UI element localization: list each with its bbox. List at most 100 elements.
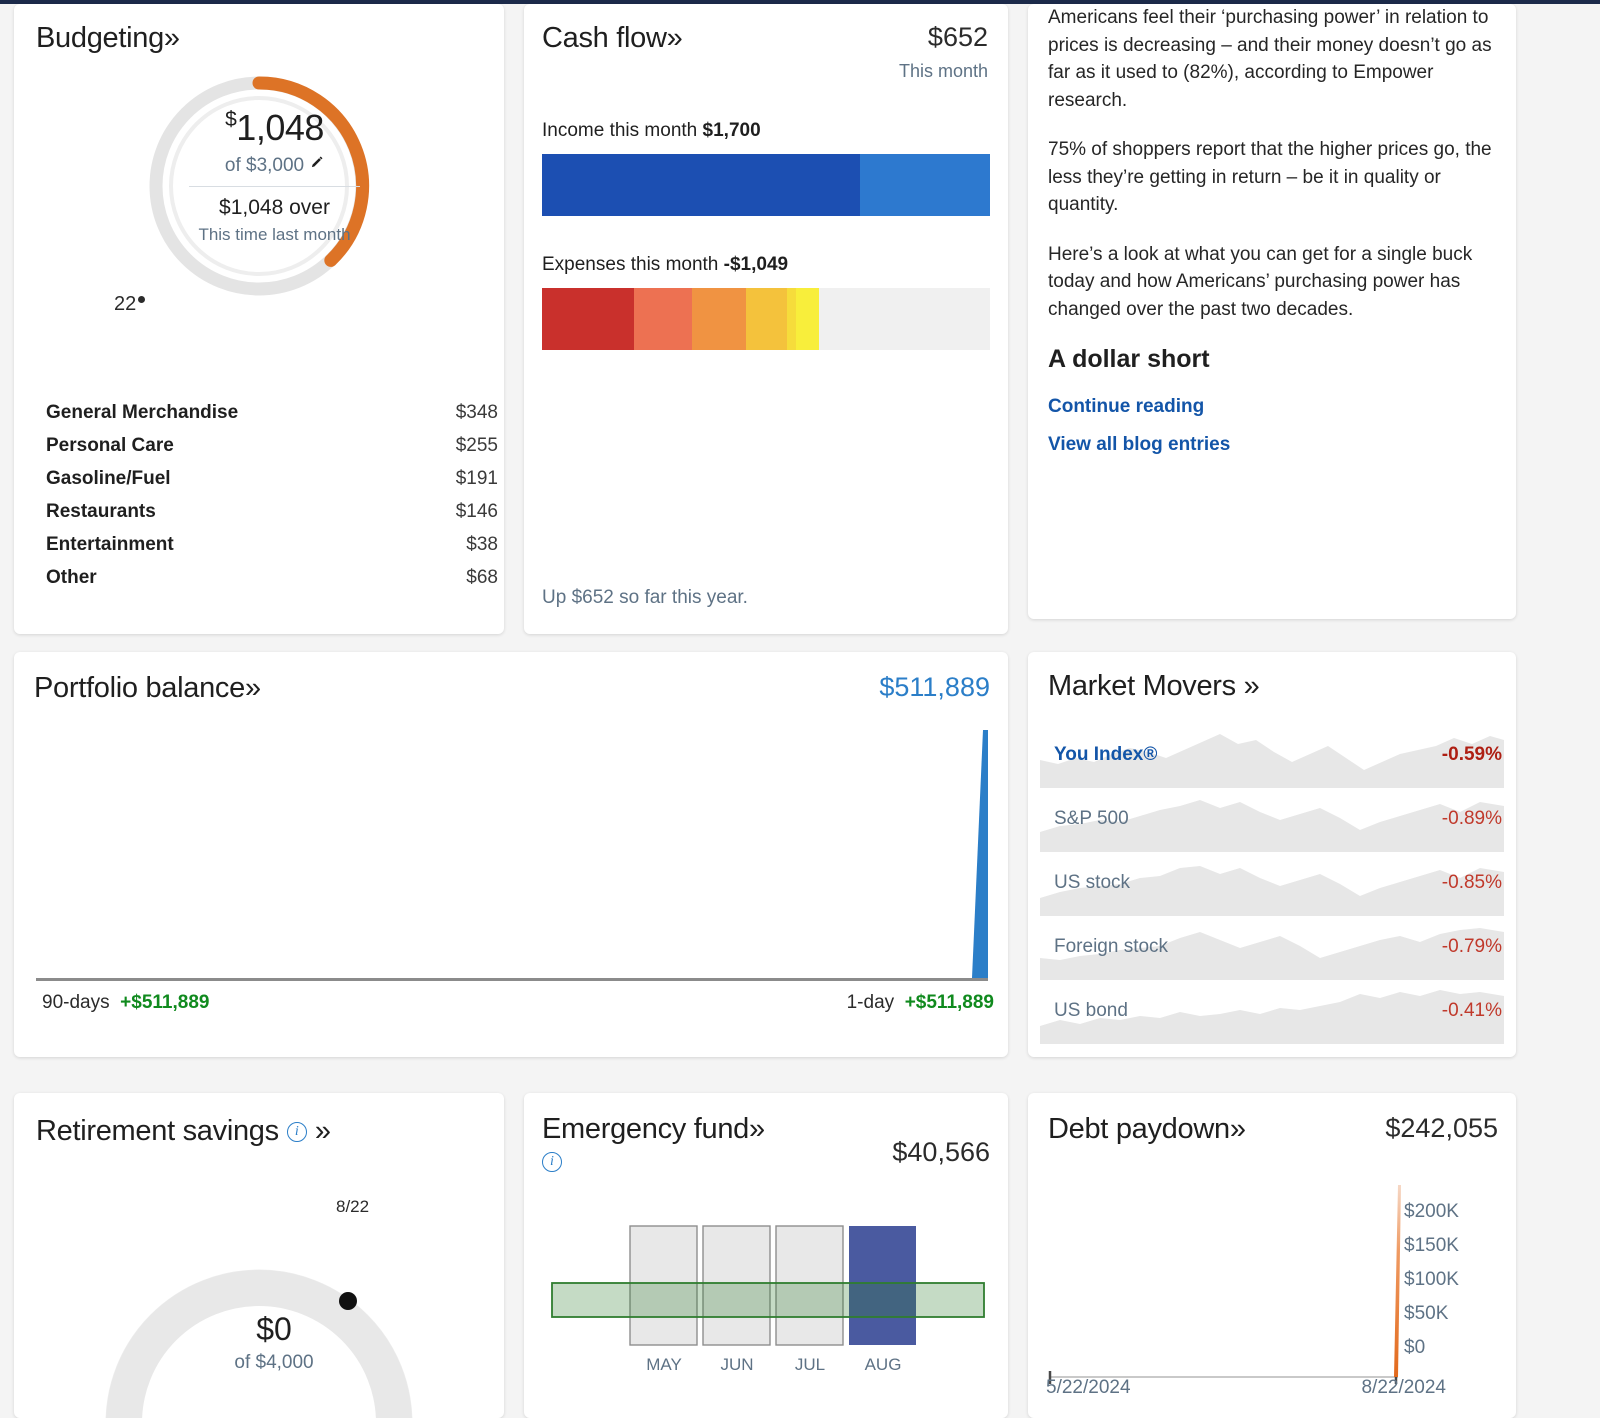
expense-segment — [692, 288, 746, 350]
list-item[interactable]: Foreign stock -0.79% — [1028, 916, 1516, 980]
continue-reading-link[interactable]: Continue reading — [1048, 396, 1494, 418]
category-name: Gasoline/Fuel — [46, 468, 171, 489]
category-amount: $255 — [455, 435, 498, 456]
category-amount: $68 — [466, 567, 498, 588]
month-label: JUN — [720, 1355, 754, 1374]
blog-content: Americans feel their ‘purchasing power’ … — [1028, 4, 1516, 456]
emergency-chevron-icon[interactable]: » — [749, 1113, 765, 1145]
portfolio-90day-stat: 90-days +$511,889 — [42, 992, 210, 1013]
budget-category-list: General Merchandise $348 Personal Care $25… — [46, 396, 498, 594]
budgeting-header: Budgeting» — [14, 4, 504, 55]
mover-change: -0.41% — [1441, 1000, 1502, 1021]
emergency-title[interactable]: Emergency fund» — [542, 1113, 765, 1145]
income-segment — [860, 154, 990, 216]
info-icon[interactable]: i — [286, 1121, 307, 1142]
retirement-title[interactable]: Retirement savings — [36, 1115, 279, 1148]
expense-segment — [542, 288, 635, 350]
mover-name: US bond — [1054, 1000, 1128, 1021]
retirement-center: $0 of $4,000 — [189, 1311, 359, 1374]
emergency-amount: $40,566 — [892, 1137, 990, 1167]
list-item[interactable]: Entertainment $38 — [46, 528, 498, 561]
day-marker-dot-icon — [138, 296, 146, 303]
category-name: General Merchandise — [46, 402, 239, 423]
blog-heading: A dollar short — [1048, 345, 1210, 374]
list-item[interactable]: You Index® -0.59% — [1028, 724, 1516, 788]
budget-donut-center: $1,048 of $3,000 $1,048 over This time l… — [172, 109, 377, 245]
portfolio-balance-card: Portfolio balance» $511,889 90-days +$51… — [14, 652, 1008, 1057]
list-item[interactable]: Other $68 — [46, 561, 498, 594]
mover-change: -0.79% — [1441, 936, 1502, 957]
blog-paragraph: Here’s a look at what you can get for a … — [1048, 243, 1473, 320]
market-movers-chevron-icon[interactable]: » — [1244, 670, 1260, 702]
budget-over-amount: $1,048 over — [219, 196, 330, 219]
list-item[interactable]: Gasoline/Fuel $191 — [46, 462, 498, 495]
retirement-header: Retirement savings i » — [14, 1093, 504, 1148]
debt-x-axis-labels: 5/22/2024 8/22/2024 — [1046, 1377, 1446, 1399]
mover-change: -0.59% — [1441, 744, 1502, 765]
budget-day-marker: 22 — [114, 293, 146, 316]
x-tick-label-start: 5/22/2024 — [1046, 1377, 1131, 1398]
budgeting-card: Budgeting» $1,048 of $3,000 $1,048 over … — [14, 4, 504, 634]
category-amount: $348 — [455, 402, 498, 423]
mover-name: US stock — [1054, 872, 1131, 893]
income-segment — [542, 154, 861, 216]
cash-flow-header: Cash flow» $652 This month — [524, 4, 1008, 82]
emergency-fund-chart — [551, 1225, 985, 1346]
portfolio-balance-chart — [972, 730, 988, 978]
pencil-icon[interactable] — [309, 154, 324, 176]
retirement-savings-card: Retirement savings i » 8/22 $0 of $4,000 — [14, 1093, 504, 1418]
portfolio-chevron-icon[interactable]: » — [245, 672, 261, 704]
category-amount: $38 — [466, 534, 498, 555]
mover-name: Foreign stock — [1054, 936, 1169, 957]
expenses-label: Expenses this month -$1,049 — [542, 254, 789, 275]
portfolio-footer: 90-days +$511,889 1-day +$511,889 — [14, 992, 1008, 1014]
market-movers-title[interactable]: Market Movers » — [1048, 670, 1260, 702]
budgeting-chevron-icon[interactable]: » — [164, 22, 180, 54]
market-movers-header: Market Movers » — [1028, 652, 1516, 703]
expense-segment — [796, 288, 819, 350]
list-item[interactable]: General Merchandise $348 — [46, 396, 498, 429]
expense-segment — [786, 288, 797, 350]
category-name: Restaurants — [46, 501, 156, 522]
blog-paragraph: 75% of shoppers report that the higher p… — [1048, 139, 1492, 216]
blog-card: Americans feel their ‘purchasing power’ … — [1028, 4, 1516, 619]
mover-name: S&P 500 — [1054, 808, 1129, 829]
y-tick-label: $100K — [1404, 1269, 1459, 1290]
y-tick-label: $200K — [1404, 1201, 1459, 1222]
portfolio-title[interactable]: Portfolio balance» — [34, 672, 261, 705]
budgeting-donut: $1,048 of $3,000 $1,048 over This time l… — [14, 55, 504, 325]
category-amount: $146 — [455, 501, 498, 522]
mover-name: You Index® — [1054, 744, 1158, 765]
expense-segment — [745, 288, 787, 350]
mover-change: -0.89% — [1441, 808, 1502, 829]
cash-flow-net-amount: $652 — [927, 22, 988, 52]
portfolio-1day-change: +$511,889 — [904, 992, 994, 1013]
x-tick-label-end: 8/22/2024 — [1361, 1377, 1446, 1398]
portfolio-x-axis — [36, 978, 988, 981]
category-name: Personal Care — [46, 435, 174, 456]
cash-flow-title[interactable]: Cash flow» — [542, 22, 683, 55]
list-item[interactable]: Restaurants $146 — [46, 495, 498, 528]
retirement-gauge-chart — [105, 1269, 413, 1418]
retirement-chevron-icon[interactable]: » — [315, 1115, 331, 1148]
list-item[interactable]: US stock -0.85% — [1028, 852, 1516, 916]
view-all-blog-entries-link[interactable]: View all blog entries — [1048, 434, 1494, 456]
emergency-fund-card: Emergency fund» i $40,566 MAY JUN JUL AU… — [524, 1093, 1008, 1418]
debt-title[interactable]: Debt paydown» — [1048, 1113, 1246, 1146]
cash-flow-period: This month — [898, 61, 988, 81]
y-tick-label: $150K — [1404, 1235, 1459, 1256]
budgeting-title[interactable]: Budgeting» — [36, 22, 180, 54]
retirement-goal-label: of $4,000 — [234, 1352, 314, 1373]
list-item[interactable]: S&P 500 -0.89% — [1028, 788, 1516, 852]
category-name: Entertainment — [46, 534, 174, 555]
category-name: Other — [46, 567, 97, 588]
debt-chevron-icon[interactable]: » — [1230, 1113, 1246, 1145]
portfolio-90day-change: +$511,889 — [120, 992, 210, 1013]
info-icon[interactable]: i — [542, 1152, 562, 1172]
retirement-saved-amount: $0 — [256, 1311, 292, 1347]
budget-spent-amount: $1,048 — [225, 107, 324, 148]
expense-segment-empty — [818, 288, 990, 350]
list-item[interactable]: Personal Care $255 — [46, 429, 498, 462]
list-item[interactable]: US bond -0.41% — [1028, 980, 1516, 1044]
cash-flow-chevron-icon[interactable]: » — [667, 22, 683, 54]
